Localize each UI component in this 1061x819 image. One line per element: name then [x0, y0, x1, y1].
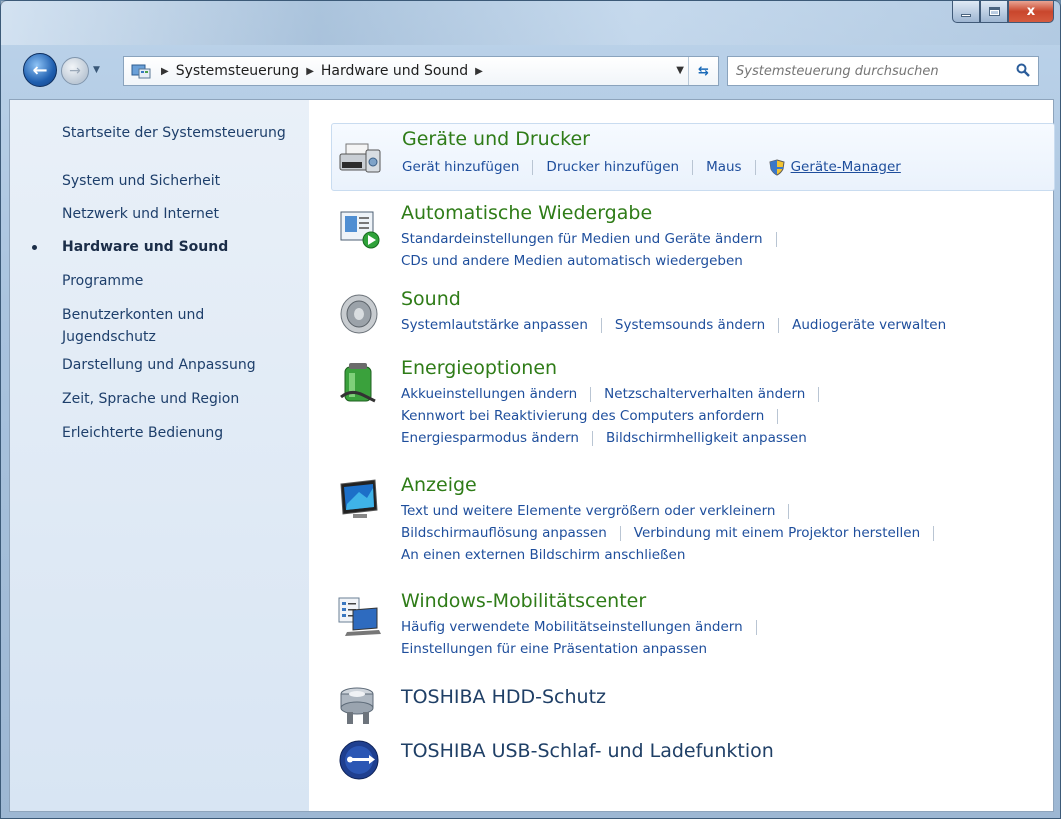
autoplay-icon[interactable]: [337, 206, 381, 250]
address-dropdown-icon[interactable]: ▼: [676, 65, 684, 76]
category-title[interactable]: Automatische Wiedergabe: [401, 202, 652, 224]
category-devices-and-printers: Geräte und Drucker Gerät hinzufügen Druc…: [331, 123, 1055, 191]
category-title[interactable]: TOSHIBA HDD-Schutz: [401, 686, 606, 708]
minimize-icon: [961, 14, 971, 17]
breadcrumb-systemsteuerung[interactable]: Systemsteuerung: [176, 63, 299, 79]
link-presentation-settings[interactable]: Einstellungen für eine Präsentation anpa…: [401, 641, 707, 657]
link-power-button[interactable]: Netzschalterverhalten ändern: [604, 386, 805, 402]
close-button[interactable]: x: [1008, 1, 1054, 23]
control-panel-icon: [128, 61, 154, 81]
arrow-right-icon: →: [69, 63, 81, 79]
link-mobility-settings[interactable]: Häufig verwendete Mobilitätseinstellunge…: [401, 619, 743, 635]
category-title[interactable]: TOSHIBA USB-Schlaf- und Ladefunktion: [401, 740, 774, 762]
category-links: Gerät hinzufügen Drucker hinzufügen Maus…: [402, 156, 901, 178]
category-toshiba-usb-sleep-charge: TOSHIBA USB-Schlaf- und Ladefunktion: [331, 734, 1055, 786]
sidebar-item-startseite[interactable]: Startseite der Systemsteuerung: [62, 122, 302, 144]
link-battery-settings[interactable]: Akkueinstellungen ändern: [401, 386, 577, 402]
close-icon: x: [1026, 4, 1036, 19]
content-area: Startseite der Systemsteuerung System un…: [9, 99, 1055, 812]
link-password-on-wake[interactable]: Kennwort bei Reaktivierung des Computers…: [401, 408, 764, 424]
breadcrumb-separator-icon[interactable]: ▶: [161, 66, 169, 77]
category-sound: Sound Systemlautstärke anpassen Systemso…: [331, 286, 1055, 346]
breadcrumb-hardware-und-sound[interactable]: Hardware und Sound: [321, 63, 468, 79]
sidebar: Startseite der Systemsteuerung System un…: [10, 100, 309, 811]
category-display: Anzeige Text und weitere Elemente vergrö…: [331, 472, 1055, 576]
usb-sleep-charge-icon[interactable]: [337, 738, 381, 782]
link-text-size[interactable]: Text und weitere Elemente vergrößern ode…: [401, 503, 775, 519]
refresh-button[interactable]: ⇆: [688, 57, 718, 85]
sidebar-item-hardware-und-sound[interactable]: Hardware und Sound: [62, 236, 302, 258]
breadcrumb-separator-icon[interactable]: ▶: [306, 66, 314, 77]
active-item-bullet-icon: [32, 245, 37, 250]
category-title[interactable]: Anzeige: [401, 474, 477, 496]
link-device-manager[interactable]: Geräte-Manager: [791, 159, 901, 175]
link-system-volume[interactable]: Systemlautstärke anpassen: [401, 317, 588, 333]
category-title[interactable]: Energieoptionen: [401, 357, 557, 379]
maximize-icon: [988, 7, 1000, 16]
forward-button[interactable]: →: [61, 57, 89, 85]
category-autoplay: Automatische Wiedergabe Standardeinstell…: [331, 200, 1055, 280]
title-bar[interactable]: x: [1, 1, 1060, 45]
speaker-icon[interactable]: [337, 292, 381, 336]
sidebar-item-netzwerk-und-internet[interactable]: Netzwerk und Internet: [62, 203, 302, 225]
category-title[interactable]: Windows-Mobilitätscenter: [401, 590, 646, 612]
recent-pages-dropdown[interactable]: ▼: [93, 65, 100, 75]
link-add-printer[interactable]: Drucker hinzufügen: [546, 159, 679, 175]
link-audio-devices[interactable]: Audiogeräte verwalten: [792, 317, 946, 333]
category-mobility-center: Windows-Mobilitätscenter Häufig verwende…: [331, 588, 1055, 668]
link-sleep-mode[interactable]: Energiesparmodus ändern: [401, 430, 579, 446]
category-links: Akkueinstellungen ändern Netzschalterver…: [401, 383, 832, 449]
link-default-settings[interactable]: Standardeinstellungen für Medien und Ger…: [401, 231, 763, 247]
category-title[interactable]: Sound: [401, 288, 461, 310]
breadcrumb-separator-icon[interactable]: ▶: [475, 66, 483, 77]
link-mouse[interactable]: Maus: [706, 159, 742, 175]
battery-icon[interactable]: [337, 361, 381, 405]
navigation-bar: ← → ▼ ▶ Systemsteuerung ▶ Hardware und S…: [1, 51, 1060, 91]
category-power-options: Energieoptionen Akkueinstellungen ändern…: [331, 355, 1055, 459]
display-icon[interactable]: [337, 478, 381, 522]
minimize-button[interactable]: [952, 1, 980, 23]
search-icon[interactable]: [1016, 63, 1030, 77]
hdd-protection-icon[interactable]: [337, 684, 381, 728]
link-external-display[interactable]: An einen externen Bildschirm anschließen: [401, 547, 685, 563]
sidebar-item-erleichterte-bedienung[interactable]: Erleichterte Bedienung: [62, 422, 302, 444]
link-add-device[interactable]: Gerät hinzufügen: [402, 159, 519, 175]
sidebar-item-zeit-sprache-region[interactable]: Zeit, Sprache und Region: [62, 388, 302, 410]
control-panel-window: x ← → ▼ ▶ Systemsteuerung ▶ Hardware und…: [0, 0, 1061, 819]
search-input[interactable]: [736, 63, 1006, 79]
category-links: Systemlautstärke anpassen Systemsounds ä…: [401, 314, 946, 336]
sidebar-item-system-und-sicherheit[interactable]: System und Sicherheit: [62, 170, 302, 192]
mobility-center-icon[interactable]: [337, 594, 381, 638]
maximize-button[interactable]: [980, 1, 1008, 23]
uac-shield-icon: [769, 158, 785, 176]
category-toshiba-hdd-protection: TOSHIBA HDD-Schutz: [331, 682, 1055, 730]
arrow-left-icon: ←: [32, 59, 48, 81]
category-links: Text und weitere Elemente vergrößern ode…: [401, 500, 947, 566]
sidebar-item-darstellung[interactable]: Darstellung und Anpassung: [62, 354, 302, 376]
window-controls: x: [952, 1, 1054, 23]
link-screen-resolution[interactable]: Bildschirmauflösung anpassen: [401, 525, 607, 541]
link-screen-brightness[interactable]: Bildschirmhelligkeit anpassen: [606, 430, 807, 446]
category-links: Häufig verwendete Mobilitätseinstellunge…: [401, 616, 770, 660]
address-bar[interactable]: ▶ Systemsteuerung ▶ Hardware und Sound ▶…: [123, 56, 719, 86]
search-box[interactable]: [727, 56, 1039, 86]
back-button[interactable]: ←: [23, 53, 57, 87]
refresh-icon: ⇆: [698, 63, 709, 79]
link-autoplay-cds[interactable]: CDs und andere Medien automatisch wieder…: [401, 253, 743, 269]
category-title[interactable]: Geräte und Drucker: [402, 128, 590, 150]
sidebar-item-programme[interactable]: Programme: [62, 270, 302, 292]
link-system-sounds[interactable]: Systemsounds ändern: [615, 317, 765, 333]
printer-icon[interactable]: [338, 136, 382, 180]
category-links: Standardeinstellungen für Medien und Ger…: [401, 228, 790, 272]
sidebar-item-benutzerkonten[interactable]: Benutzerkonten und Jugendschutz: [62, 304, 242, 348]
link-connect-projector[interactable]: Verbindung mit einem Projektor herstelle…: [634, 525, 920, 541]
category-list: Geräte und Drucker Gerät hinzufügen Druc…: [309, 100, 1055, 811]
